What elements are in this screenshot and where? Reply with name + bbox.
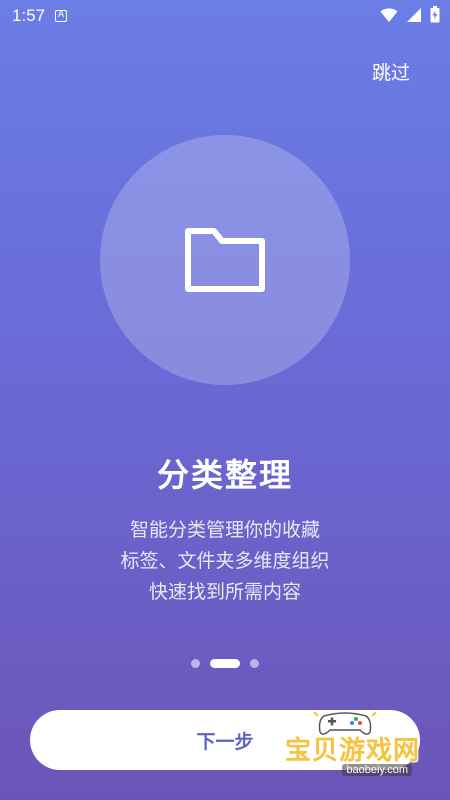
wifi-icon xyxy=(380,7,398,22)
description-line: 快速找到所需内容 xyxy=(148,581,301,603)
status-icons xyxy=(380,6,440,23)
next-button-label: 下一步 xyxy=(196,730,254,753)
page-dot xyxy=(250,659,259,668)
status-bar: 1:57 A xyxy=(0,0,450,32)
page-dot xyxy=(191,659,200,668)
page-indicator xyxy=(0,659,450,668)
signal-icon xyxy=(407,7,421,22)
page-dot-active xyxy=(210,659,240,668)
skip-button[interactable]: 跳过 xyxy=(372,58,410,85)
description-line: 智能分类管理你的收藏 xyxy=(129,519,320,541)
page-title: 分类整理 xyxy=(156,456,293,494)
description-line: 标签、文件夹多维度组织 xyxy=(120,550,330,572)
notification-icon: A xyxy=(55,10,68,22)
description: 智能分类管理你的收藏 标签、文件夹多维度组织 快速找到所需内容 xyxy=(0,515,450,608)
folder-icon xyxy=(185,228,265,292)
watermark-logo: 宝贝游戏网 baobeiy.com xyxy=(270,708,420,780)
watermark-text: 宝贝游戏网 xyxy=(284,736,420,766)
illustration-circle xyxy=(100,135,350,385)
status-time: 1:57 xyxy=(12,6,46,25)
battery-icon xyxy=(430,6,440,23)
watermark-url: baobeiy.com xyxy=(342,764,412,776)
